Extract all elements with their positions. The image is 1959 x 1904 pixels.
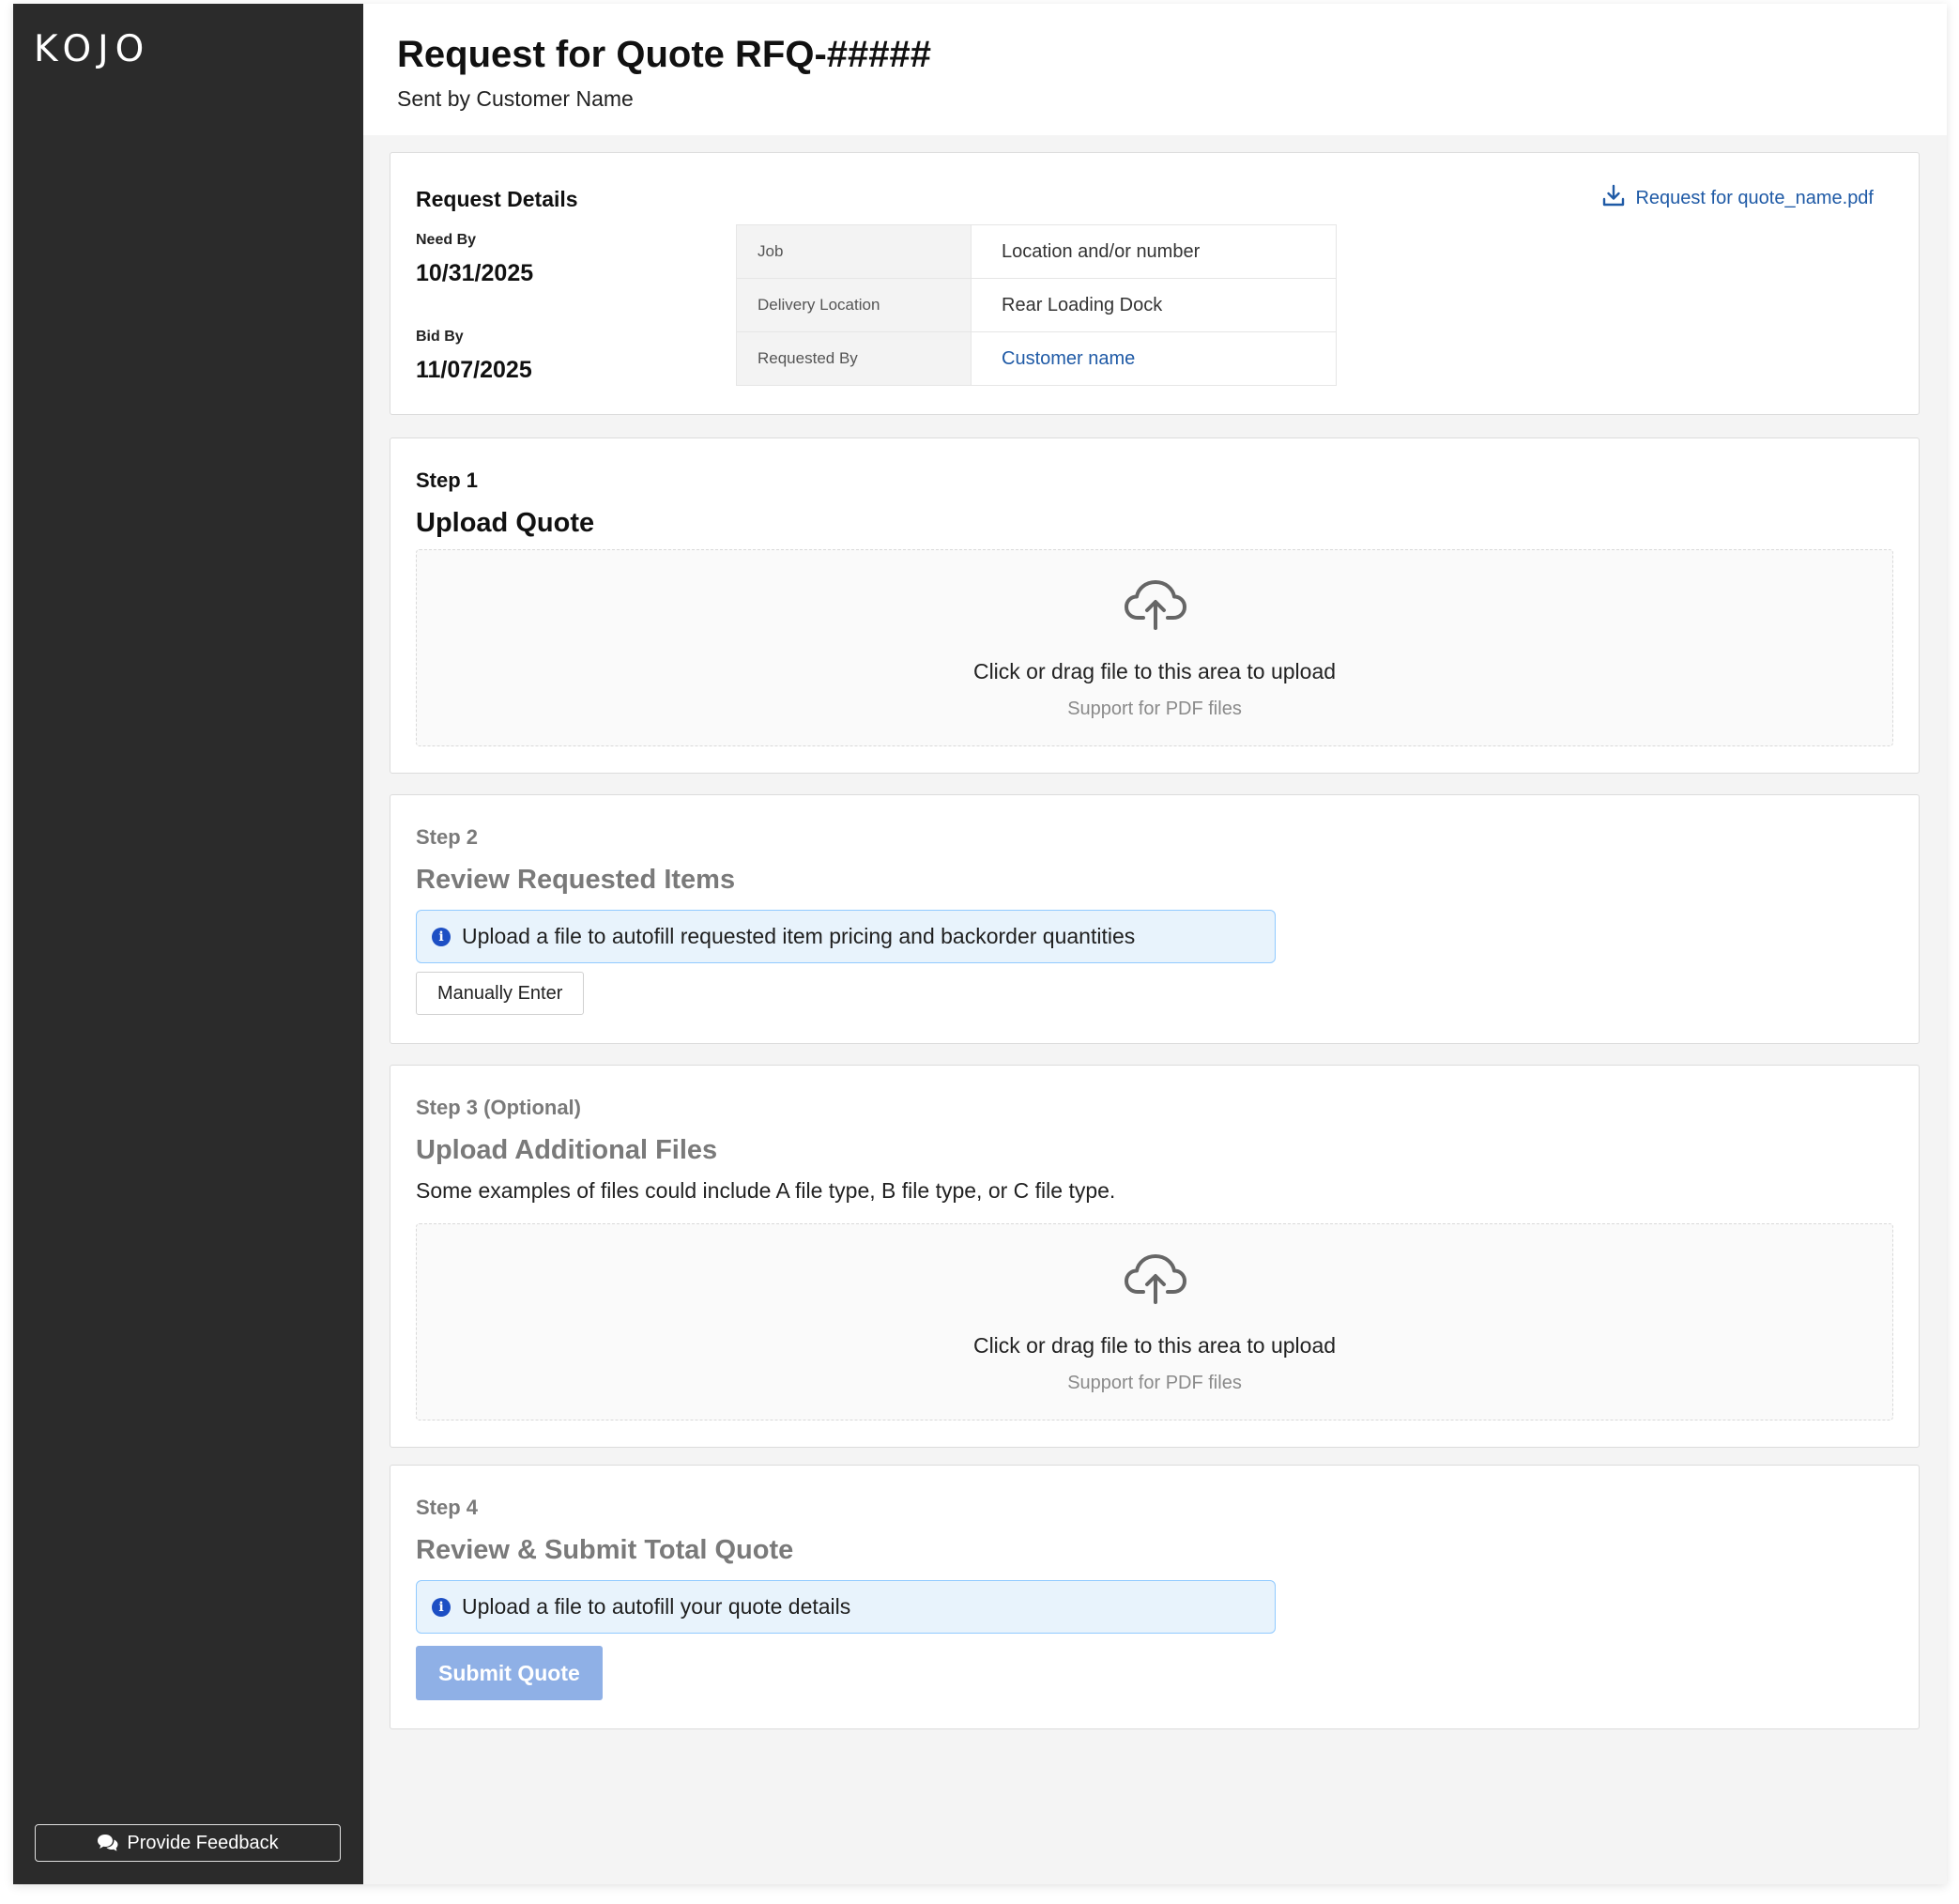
download-icon — [1601, 183, 1626, 213]
cloud-upload-icon — [1123, 578, 1188, 631]
chat-bubbles-icon — [97, 1834, 119, 1852]
additional-files-dropzone[interactable]: Click or drag file to this area to uploa… — [416, 1223, 1893, 1420]
step3-card: Step 3 (Optional) Upload Additional File… — [390, 1065, 1920, 1448]
pdf-filename: Request for quote_name.pdf — [1635, 187, 1874, 208]
manually-enter-button[interactable]: Manually Enter — [416, 972, 585, 1015]
info-icon: i — [432, 1597, 451, 1617]
step4-info-text: Upload a file to autofill your quote det… — [462, 1594, 851, 1619]
dropzone-hint: Support for PDF files — [1067, 1373, 1242, 1393]
request-details-heading: Request Details — [416, 187, 578, 211]
app-window: KOJO Provide Feedback Request for Quote … — [13, 4, 1947, 1884]
request-details-card: Request Details Need By 10/31/2025 Bid B… — [390, 152, 1920, 415]
detail-key: Delivery Location — [736, 278, 972, 332]
main-content: Request for Quote RFQ-##### Sent by Cust… — [363, 4, 1947, 1884]
step1-label: Step 1 — [416, 468, 479, 492]
step1-title: Upload Quote — [416, 508, 595, 538]
dropzone-hint: Support for PDF files — [1067, 699, 1242, 719]
download-rfq-pdf-link[interactable]: Request for quote_name.pdf — [1601, 183, 1874, 213]
cloud-upload-icon — [1123, 1252, 1188, 1305]
detail-key: Job — [736, 224, 972, 279]
bid-by-value: 11/07/2025 — [416, 357, 532, 383]
detail-key: Requested By — [736, 331, 972, 386]
step4-title: Review & Submit Total Quote — [416, 1535, 794, 1565]
dropzone-text: Click or drag file to this area to uploa… — [972, 659, 1337, 683]
bid-by-label: Bid By — [416, 329, 464, 345]
step3-title: Upload Additional Files — [416, 1135, 718, 1165]
kojo-logo[interactable]: KOJO — [34, 28, 150, 70]
step2-title: Review Requested Items — [416, 865, 736, 895]
step3-description: Some examples of files could include A f… — [416, 1178, 1116, 1203]
request-details-table: Job Location and/or number Delivery Loca… — [736, 224, 1337, 386]
step2-info-alert: i Upload a file to autofill requested it… — [416, 910, 1276, 963]
quote-upload-dropzone[interactable]: Click or drag file to this area to uploa… — [416, 549, 1893, 746]
info-icon: i — [432, 927, 451, 946]
step4-card: Step 4 Review & Submit Total Quote i Upl… — [390, 1465, 1920, 1729]
step3-label: Step 3 (Optional) — [416, 1096, 581, 1119]
step2-info-text: Upload a file to autofill requested item… — [462, 924, 1136, 948]
requested-by-link[interactable]: Customer name — [971, 331, 1337, 386]
page-header: Request for Quote RFQ-##### Sent by Cust… — [363, 4, 1947, 135]
sidebar: KOJO Provide Feedback — [13, 4, 363, 1884]
step2-label: Step 2 — [416, 825, 479, 849]
table-row: Delivery Location Rear Loading Dock — [736, 278, 1337, 332]
step2-card: Step 2 Review Requested Items i Upload a… — [390, 794, 1920, 1044]
step4-label: Step 4 — [416, 1496, 479, 1519]
step1-card: Step 1 Upload Quote Click or drag file t… — [390, 438, 1920, 774]
need-by-value: 10/31/2025 — [416, 260, 534, 286]
need-by-label: Need By — [416, 232, 477, 248]
step4-info-alert: i Upload a file to autofill your quote d… — [416, 1580, 1276, 1634]
detail-value: Location and/or number — [971, 224, 1337, 279]
table-row: Job Location and/or number — [736, 224, 1337, 279]
detail-value: Rear Loading Dock — [971, 278, 1337, 332]
submit-quote-button[interactable]: Submit Quote — [416, 1646, 603, 1700]
page-subtitle: Sent by Customer Name — [397, 86, 634, 111]
provide-feedback-label: Provide Feedback — [127, 1832, 279, 1853]
provide-feedback-button[interactable]: Provide Feedback — [35, 1824, 341, 1862]
page-title: Request for Quote RFQ-##### — [397, 34, 932, 75]
table-row: Requested By Customer name — [736, 331, 1337, 386]
dropzone-text: Click or drag file to this area to uploa… — [972, 1333, 1337, 1358]
